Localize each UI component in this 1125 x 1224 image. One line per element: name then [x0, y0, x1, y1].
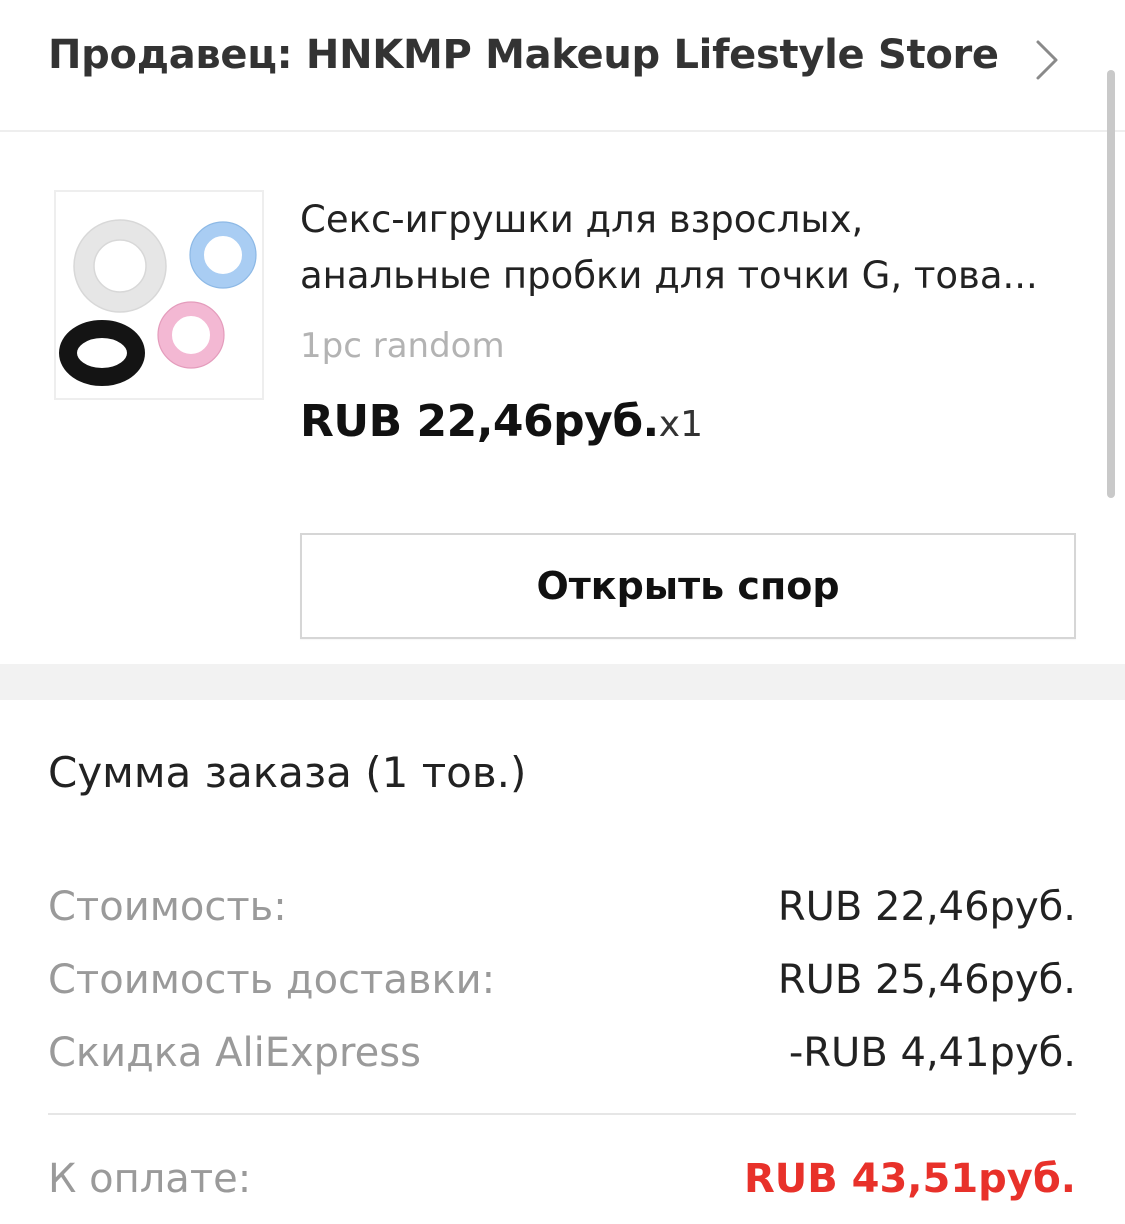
product-rings-image [59, 219, 257, 386]
summary-divider [48, 1113, 1076, 1115]
seller-row[interactable]: Продавец: HNKMP Makeup Lifestyle Store [0, 0, 1125, 132]
ring-blue [190, 222, 256, 288]
product-title-line: Секс-игрушки для взрослых, [300, 198, 864, 241]
total-value: RUB 43,51руб. [743, 1156, 1076, 1202]
open-dispute-button[interactable]: Открыть спор [300, 533, 1076, 639]
summary-label: Скидка AliExpress [48, 1030, 421, 1076]
summary-value: -RUB 4,41руб. [788, 1030, 1076, 1076]
section-divider [0, 664, 1125, 700]
product-variant: 1pc random [300, 326, 505, 366]
summary-row-discount: Скидка AliExpress -RUB 4,41руб. [48, 1026, 1076, 1080]
product-thumbnail[interactable] [54, 190, 264, 400]
total-label: К оплате: [48, 1156, 252, 1202]
chevron-right-icon[interactable] [1026, 38, 1066, 82]
ring-white [74, 220, 166, 312]
product-price: RUB 22,46руб. [300, 396, 659, 447]
seller-name: Продавец: HNKMP Makeup Lifestyle Store [48, 32, 999, 78]
summary-row-shipping: Стоимость доставки: RUB 25,46руб. [48, 953, 1076, 1007]
scrollbar[interactable] [1107, 70, 1115, 498]
summary-label: Стоимость: [48, 884, 287, 930]
order-detail-page: Продавец: HNKMP Makeup Lifestyle Store С… [0, 0, 1125, 1224]
product-title-line: анальные пробки для точки G, това... [300, 254, 1038, 297]
summary-value: RUB 22,46руб. [777, 884, 1076, 930]
order-summary-title: Сумма заказа (1 тов.) [48, 748, 527, 797]
product-title[interactable]: Секс-игрушки для взрослых, анальные проб… [300, 192, 1080, 304]
ring-pink [158, 302, 224, 368]
product-quantity: x1 [658, 404, 703, 445]
summary-row-cost: Стоимость: RUB 22,46руб. [48, 880, 1076, 934]
summary-row-total: К оплате: RUB 43,51руб. [48, 1152, 1076, 1206]
summary-value: RUB 25,46руб. [777, 957, 1076, 1003]
product-price-row: RUB 22,46руб.x1 [300, 396, 703, 447]
ring-black [59, 320, 145, 386]
summary-label: Стоимость доставки: [48, 957, 496, 1003]
